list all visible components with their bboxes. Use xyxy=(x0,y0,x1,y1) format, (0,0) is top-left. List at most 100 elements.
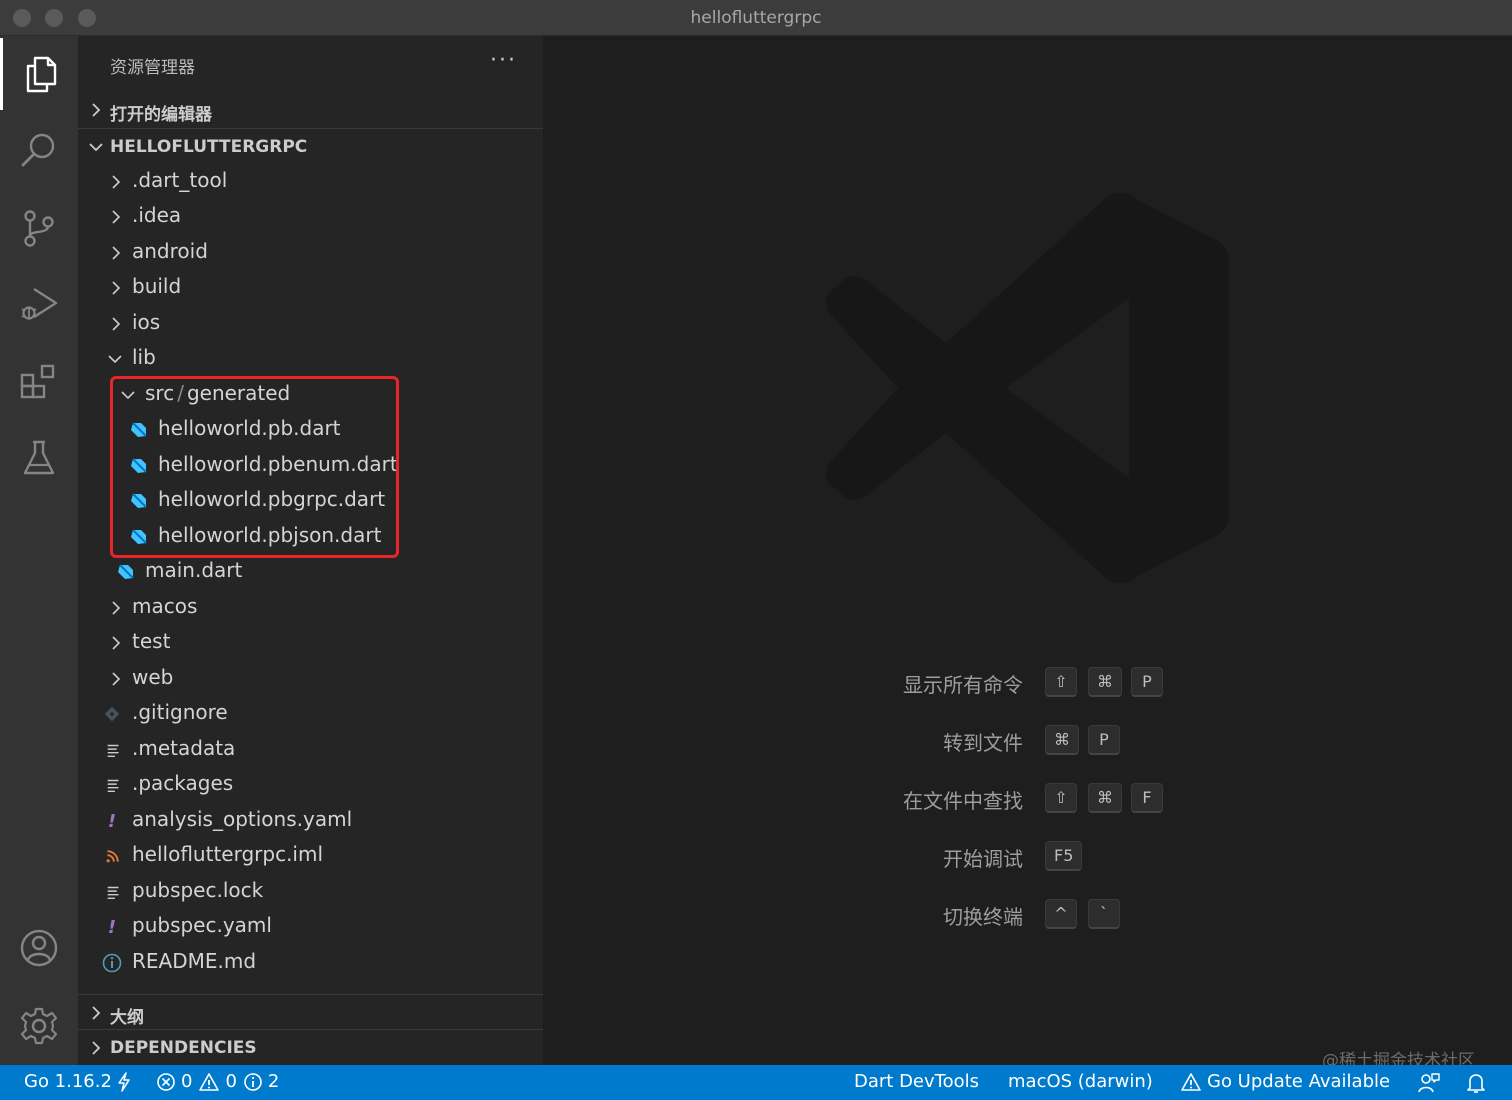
title-bar: hellofluttergrpc xyxy=(0,0,1512,36)
activity-search[interactable] xyxy=(0,114,78,186)
extensions-icon xyxy=(20,364,55,399)
tree-item-folder[interactable]: android xyxy=(78,235,543,270)
open-editors-label: 打开的编辑器 xyxy=(110,105,212,125)
shortcut-label: 切换终端 xyxy=(943,905,1023,929)
shortcut-label: 开始调试 xyxy=(943,847,1023,871)
key-cap: P xyxy=(1088,725,1120,755)
vscode-logo-icon xyxy=(826,192,1229,584)
explorer-title: 资源管理器 xyxy=(110,58,195,78)
key-cap: ⌘ xyxy=(1088,667,1122,697)
activity-accounts[interactable] xyxy=(0,912,78,984)
chevron-right-icon xyxy=(112,246,121,260)
tree-item-folder[interactable]: web xyxy=(78,661,543,696)
testing-icon xyxy=(23,440,55,475)
project-section[interactable]: HELLOFLUTTERGRPC xyxy=(78,128,543,164)
key-cap: P xyxy=(1131,667,1163,697)
feedback-button[interactable] xyxy=(1417,1072,1441,1094)
tree-item-label: build xyxy=(132,274,182,298)
window-title: hellofluttergrpc xyxy=(690,8,822,28)
tree-item-file[interactable]: main.dart xyxy=(78,554,543,589)
tree-item-label: analysis_options.yaml xyxy=(132,807,353,831)
activity-extensions[interactable] xyxy=(0,346,78,418)
outline-label: 大纲 xyxy=(110,1008,144,1028)
info-file-icon xyxy=(101,952,123,974)
highlight-annotation-box xyxy=(110,376,399,558)
tree-item-label: web xyxy=(132,665,174,689)
go-update-item[interactable]: Go Update Available xyxy=(1180,1071,1390,1092)
tree-item-label: macos xyxy=(132,594,198,618)
key-cap: ⌘ xyxy=(1045,725,1079,755)
outline-section[interactable]: 大纲 xyxy=(78,994,543,1030)
shortcut-label: 转到文件 xyxy=(943,731,1023,755)
explorer-header: 资源管理器 ··· xyxy=(78,36,543,92)
open-editors-section[interactable]: 打开的编辑器 xyxy=(78,92,543,128)
shortcut-label: 在文件中查找 xyxy=(903,789,1023,813)
tree-item-folder[interactable]: ios xyxy=(78,306,543,341)
chevron-right-icon xyxy=(112,601,121,615)
chevron-right-icon xyxy=(112,672,121,686)
chevron-down-icon xyxy=(108,355,122,364)
activity-run-debug[interactable] xyxy=(0,268,78,340)
chevron-right-icon xyxy=(112,636,121,650)
warning-icon xyxy=(1181,1072,1201,1091)
tree-item-file[interactable]: README.md xyxy=(78,945,543,980)
feedback-icon xyxy=(1418,1073,1440,1093)
tree-item-folder[interactable]: macos xyxy=(78,590,543,625)
tree-item-file[interactable]: .packages xyxy=(78,767,543,802)
tree-item-label: pubspec.lock xyxy=(132,878,264,902)
tree-item-file[interactable]: pubspec.lock xyxy=(78,874,543,909)
gear-icon xyxy=(20,1007,58,1045)
tree-item-file[interactable]: .metadata xyxy=(78,732,543,767)
rss-file-icon xyxy=(102,845,124,867)
tree-item-folder[interactable]: .idea xyxy=(78,199,543,234)
git-file-icon xyxy=(101,703,123,725)
problems-item[interactable]: 0 0 2 xyxy=(156,1071,279,1092)
tree-item-folder[interactable]: test xyxy=(78,625,543,660)
tree-item-file[interactable]: ! analysis_options.yaml xyxy=(78,803,543,838)
chevron-right-icon xyxy=(92,1041,101,1055)
chevron-right-icon xyxy=(92,1006,101,1020)
yaml-file-icon: ! xyxy=(107,810,117,832)
more-actions-button[interactable]: ··· xyxy=(490,48,517,73)
tree-item-label: android xyxy=(132,239,208,263)
tree-item-label: .idea xyxy=(132,203,182,227)
key-cap: ⇧ xyxy=(1045,667,1077,697)
dependencies-section[interactable]: DEPENDENCIES xyxy=(78,1029,543,1065)
shortcut-label: 显示所有命令 xyxy=(903,673,1023,697)
error-icon xyxy=(157,1072,175,1091)
tree-item-label: hellofluttergrpc.iml xyxy=(132,842,324,866)
key-cap: ⇧ xyxy=(1045,783,1077,813)
tree-item-file[interactable]: hellofluttergrpc.iml xyxy=(78,838,543,873)
chevron-right-icon xyxy=(112,281,121,295)
chevron-right-icon xyxy=(112,210,121,224)
tree-item-file[interactable]: ! pubspec.yaml xyxy=(78,909,543,944)
activity-source-control[interactable] xyxy=(0,192,78,264)
key-cap: F5 xyxy=(1045,841,1083,871)
info-count: 2 xyxy=(267,1071,280,1092)
bell-icon xyxy=(1467,1074,1485,1093)
tree-item-label: ios xyxy=(132,310,161,334)
tree-item-label: .gitignore xyxy=(132,700,228,724)
lightning-icon xyxy=(118,1071,130,1092)
activity-explorer[interactable] xyxy=(0,38,78,110)
tree-item-label: README.md xyxy=(132,949,257,973)
key-cap: ⌘ xyxy=(1088,783,1122,813)
platform-item[interactable]: macOS (darwin) xyxy=(1008,1071,1153,1092)
go-version-item[interactable]: Go 1.16.2 xyxy=(24,1071,132,1092)
tree-item-label: test xyxy=(132,629,171,653)
tree-item-file[interactable]: .gitignore xyxy=(78,696,543,731)
activity-testing[interactable] xyxy=(0,422,78,494)
error-count: 0 xyxy=(181,1071,193,1092)
activity-bar xyxy=(0,36,78,1065)
notifications-button[interactable] xyxy=(1466,1072,1486,1094)
tree-item-folder[interactable]: lib xyxy=(78,341,543,376)
dart-devtools-item[interactable]: Dart DevTools xyxy=(854,1071,979,1092)
key-cap: ` xyxy=(1088,899,1120,929)
chevron-right-icon xyxy=(112,317,121,331)
tree-item-folder[interactable]: .dart_tool xyxy=(78,164,543,199)
yaml-file-icon: ! xyxy=(107,916,117,938)
activity-manage[interactable] xyxy=(0,990,78,1062)
key-cap: F xyxy=(1131,783,1163,813)
tree-item-label: .dart_tool xyxy=(132,168,228,192)
tree-item-folder[interactable]: build xyxy=(78,270,543,305)
